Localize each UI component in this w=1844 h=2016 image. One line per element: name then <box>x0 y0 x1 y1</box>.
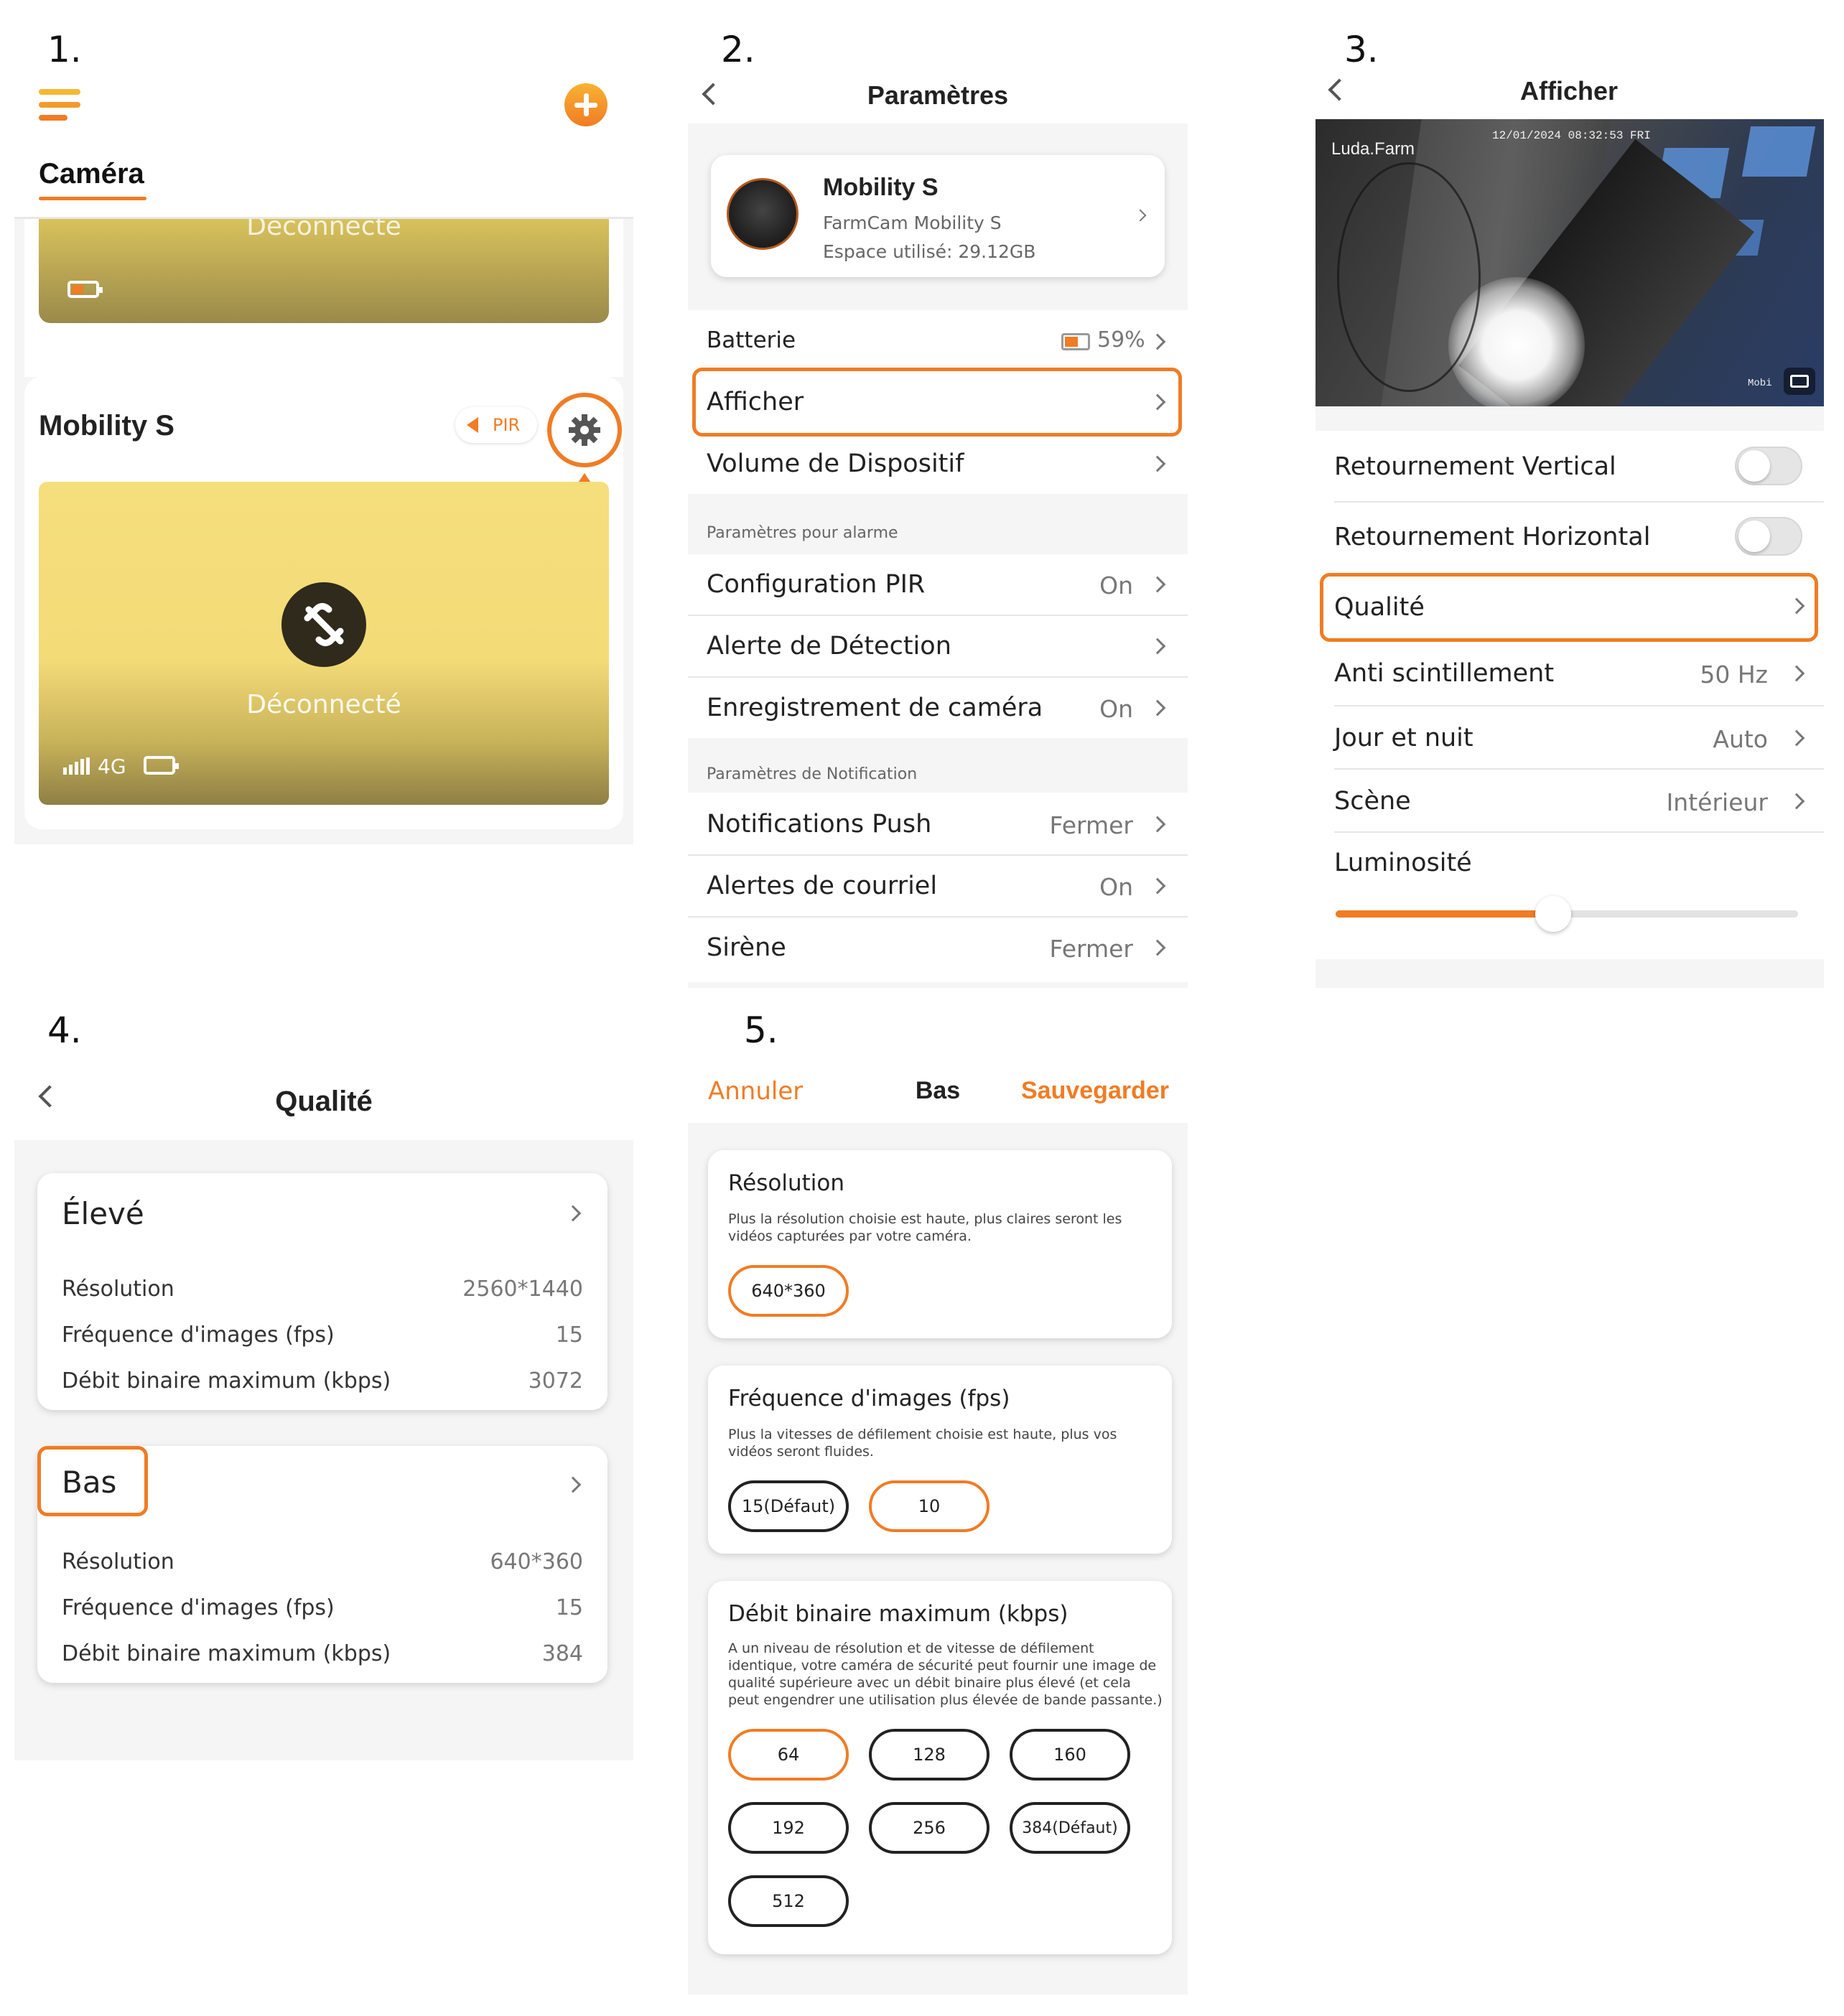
bitrate-option[interactable]: 192 <box>728 1802 849 1854</box>
speaker-icon <box>467 417 478 433</box>
bitrate-option[interactable]: 128 <box>869 1729 989 1781</box>
brightness-slider[interactable] <box>1336 896 1798 932</box>
device-model: FarmCam Mobility S <box>823 213 1002 233</box>
device-info-card[interactable]: Mobility S FarmCam Mobility S Espace uti… <box>711 155 1165 277</box>
bitrate-option[interactable]: 160 <box>1010 1729 1130 1781</box>
save-button[interactable]: Sauvegarder <box>1021 1077 1169 1105</box>
camera-avatar <box>727 178 798 250</box>
page-title: Paramètres <box>867 80 1009 110</box>
push-notifications-row[interactable]: Notifications Push Fermer <box>688 793 1188 854</box>
panel-low-quality-edit: Annuler Bas Sauvegarder Résolution Plus … <box>688 1061 1188 1994</box>
menu-icon[interactable] <box>39 88 82 122</box>
bitrate-title: Débit binaire maximum (kbps) <box>728 1601 1068 1627</box>
vertical-flip-toggle[interactable] <box>1735 447 1802 485</box>
day-night-row[interactable]: Jour et nuit Auto <box>1316 706 1824 768</box>
step-number-3: 3. <box>1344 29 1379 70</box>
timestamp-overlay: 12/01/2024 08:32:53 FRI <box>1492 129 1651 142</box>
step-number-2: 2. <box>721 29 755 70</box>
add-device-button[interactable] <box>564 83 607 126</box>
panel-quality: Qualité Élevé Résolution 2560*1440 Fréqu… <box>14 1061 633 1760</box>
battery-icon <box>1061 333 1090 350</box>
recording-row[interactable]: Enregistrement de caméra On <box>688 678 1188 738</box>
battery-low-icon <box>67 281 103 298</box>
video-preview[interactable]: Luda.Farm 12/01/2024 08:32:53 FRI Mobi <box>1316 119 1824 406</box>
anti-flicker-row[interactable]: Anti scintillement 50 Hz <box>1316 643 1824 705</box>
volume-row[interactable]: Volume de Dispositif <box>688 435 1188 494</box>
snapshot-icon[interactable] <box>1784 368 1815 395</box>
network-label: 4G <box>98 755 126 778</box>
chevron-right-icon <box>1134 209 1147 222</box>
email-alerts-row[interactable]: Alertes de courriel On <box>688 856 1188 916</box>
corner-overlay-text: Mobi <box>1748 378 1772 389</box>
quality-card-low[interactable]: Bas Résolution 640*360 Fréquence d'image… <box>37 1446 607 1683</box>
notification-section-caption: Paramètres de Notification <box>707 765 918 783</box>
bitrate-option[interactable]: 384(Défaut) <box>1010 1802 1130 1854</box>
bitrate-option[interactable]: 512 <box>728 1875 849 1927</box>
device-name: Mobility S <box>823 174 939 201</box>
page-title: Afficher <box>1519 76 1619 106</box>
device-name: Mobility S <box>39 410 174 442</box>
page-title: Qualité <box>275 1086 373 1117</box>
pir-badge: PIR <box>455 407 537 443</box>
bitrate-option[interactable]: 64 <box>728 1729 849 1781</box>
quality-card-high[interactable]: Élevé Résolution 2560*1440 Fréquence d'i… <box>37 1173 607 1410</box>
vertical-flip-row: Retournement Vertical <box>1316 431 1824 501</box>
step-number-4: 4. <box>47 1009 82 1051</box>
fps-card: Fréquence d'images (fps) Plus la vitesse… <box>708 1366 1172 1554</box>
step-number-5: 5. <box>744 1009 778 1051</box>
disconnected-label: Déconnecté <box>246 690 401 719</box>
panel-display: Afficher Luda.Farm 12/01/2024 08:32:53 F… <box>1314 72 1824 988</box>
fps-description: Plus la vitesses de défilement choisie e… <box>728 1427 1117 1460</box>
brightness-slider-fill <box>1336 910 1553 918</box>
resolution-card: Résolution Plus la résolution choisie es… <box>708 1150 1172 1338</box>
fps-title: Fréquence d'images (fps) <box>728 1386 1010 1411</box>
resolution-description: Plus la résolution choisie est haute, pl… <box>728 1211 1122 1244</box>
quality-row[interactable]: Qualité <box>1316 577 1824 638</box>
detection-alert-row[interactable]: Alerte de Détection <box>688 616 1188 676</box>
bitrate-description: A un niveau de résolution et de vitesse … <box>728 1641 1163 1708</box>
camera-card: Mobility S PIR Déconnecté 4G <box>14 377 633 844</box>
display-row[interactable]: Afficher <box>688 372 1188 432</box>
alarm-section-caption: Paramètres pour alarme <box>707 524 898 542</box>
bitrate-option[interactable]: 256 <box>869 1802 989 1854</box>
panel-camera-list: Caméra Déconnecté Mobility S PIR Déconne… <box>14 72 633 844</box>
watermark-text: Luda.Farm <box>1331 139 1415 159</box>
siren-row[interactable]: Sirène Fermer <box>688 918 1188 978</box>
scene-row[interactable]: Scène Intérieur <box>1316 770 1824 831</box>
quality-name: Bas <box>62 1465 117 1500</box>
storage-used: Espace utilisé: 29.12GB <box>823 241 1036 262</box>
battery-row[interactable]: Batterie 59% <box>688 310 1188 372</box>
bitrate-card: Débit binaire maximum (kbps) A un niveau… <box>708 1581 1172 1954</box>
brightness-label: Luminosité <box>1334 849 1472 877</box>
gear-icon <box>569 414 600 446</box>
camera-preview[interactable]: Déconnecté 4G <box>39 482 609 805</box>
pir-config-row[interactable]: Configuration PIR On <box>688 554 1188 615</box>
fps-option[interactable]: 15(Défaut) <box>728 1480 849 1532</box>
horizontal-flip-row: Retournement Horizontal <box>1316 503 1824 571</box>
tab-underline <box>39 197 146 200</box>
broken-link-icon <box>281 582 366 667</box>
settings-gear-button[interactable] <box>569 414 600 446</box>
quality-name: Élevé <box>62 1196 144 1231</box>
resolution-title: Résolution <box>728 1170 844 1196</box>
step-number-1: 1. <box>47 29 82 70</box>
signal-icon <box>63 757 92 775</box>
brightness-slider-thumb[interactable] <box>1535 896 1571 932</box>
panel-settings: Paramètres Mobility S FarmCam Mobility S… <box>688 72 1188 988</box>
tab-camera[interactable]: Caméra <box>39 158 144 190</box>
horizontal-flip-toggle[interactable] <box>1735 517 1802 556</box>
fps-option[interactable]: 10 <box>869 1480 989 1532</box>
battery-icon <box>144 756 179 775</box>
resolution-option[interactable]: 640*360 <box>728 1265 849 1317</box>
